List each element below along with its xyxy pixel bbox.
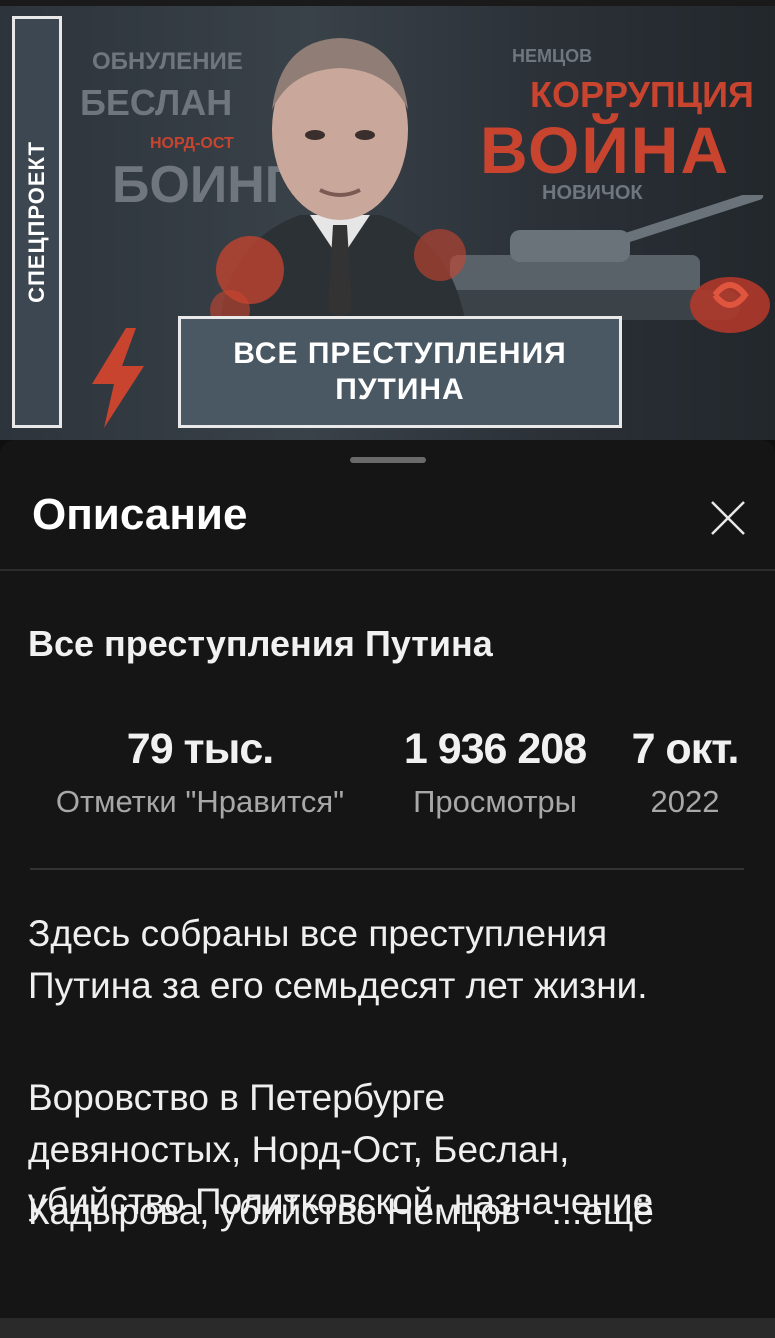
likes-value: 79 тыс.: [126, 725, 274, 773]
portrait-image: [210, 38, 466, 320]
plate-line-1: ВСЕ ПРЕСТУПЛЕНИЯ: [233, 337, 567, 370]
desc-line: Воровство в Петербурге: [28, 1077, 446, 1118]
thumb-word-korruptsiya: КОРРУПЦИЯ: [530, 74, 754, 115]
description-text: Здесь собраны все преступления Путина за…: [28, 908, 758, 1228]
sheet-header: Описание: [0, 468, 775, 568]
video-title: Все преступления Путина: [28, 623, 493, 664]
views-label: Просмотры: [413, 784, 577, 819]
date-label: 2022: [650, 784, 720, 819]
video-thumbnail[interactable]: ОБНУЛЕНИЕ БЕСЛАН НОРД-ОСТ БОИНГ НЕМЦОВ К…: [0, 0, 775, 440]
side-banner-label: СПЕЦПРОЕКТ: [24, 141, 49, 303]
thumb-word-voyna: ВОЙНА: [480, 113, 731, 187]
thumbnail-title-plate: ВСЕ ПРЕСТУПЛЕНИЯ ПУТИНА: [178, 316, 622, 428]
description-last-line: Кадырова, убийство Немцов ...ещё: [28, 1186, 768, 1238]
views-value: 1 936 208: [403, 725, 587, 773]
thumb-word-nemtsov: НЕМЦОВ: [512, 46, 593, 66]
drag-handle[interactable]: [350, 457, 426, 463]
description-sheet: Описание Все преступления Путина 79 тыс.…: [0, 440, 775, 1338]
bottom-strip: [0, 1318, 775, 1338]
likes-stat: 79 тыс. Отметки "Нравится": [30, 725, 370, 820]
thumbnail-top-strip: [0, 0, 775, 6]
likes-label: Отметки "Нравится": [55, 784, 345, 819]
date-stat: 7 окт. 2022: [610, 725, 760, 820]
header-divider: [0, 569, 775, 571]
side-banner: СПЕЦПРОЕКТ: [12, 16, 62, 428]
views-stat: 1 936 208 Просмотры: [375, 725, 615, 820]
sheet-title: Описание: [32, 490, 248, 539]
more-button[interactable]: ...ещё: [551, 1191, 653, 1232]
screen: ОБНУЛЕНИЕ БЕСЛАН НОРД-ОСТ БОИНГ НЕМЦОВ К…: [0, 0, 775, 1338]
stats-divider: [30, 868, 744, 870]
lightning-icon: [92, 328, 144, 428]
desc-line: Кадырова, убийство Немцов: [28, 1191, 521, 1232]
plate-line-2: ПУТИНА: [335, 373, 465, 406]
desc-line: Путина за его семьдесят лет жизни.: [28, 965, 648, 1006]
date-value: 7 окт.: [631, 725, 740, 773]
desc-line: Здесь собраны все преступления: [28, 913, 608, 954]
desc-line: девяностых, Норд-Ост, Беслан,: [28, 1129, 570, 1170]
close-icon[interactable]: [698, 488, 758, 548]
